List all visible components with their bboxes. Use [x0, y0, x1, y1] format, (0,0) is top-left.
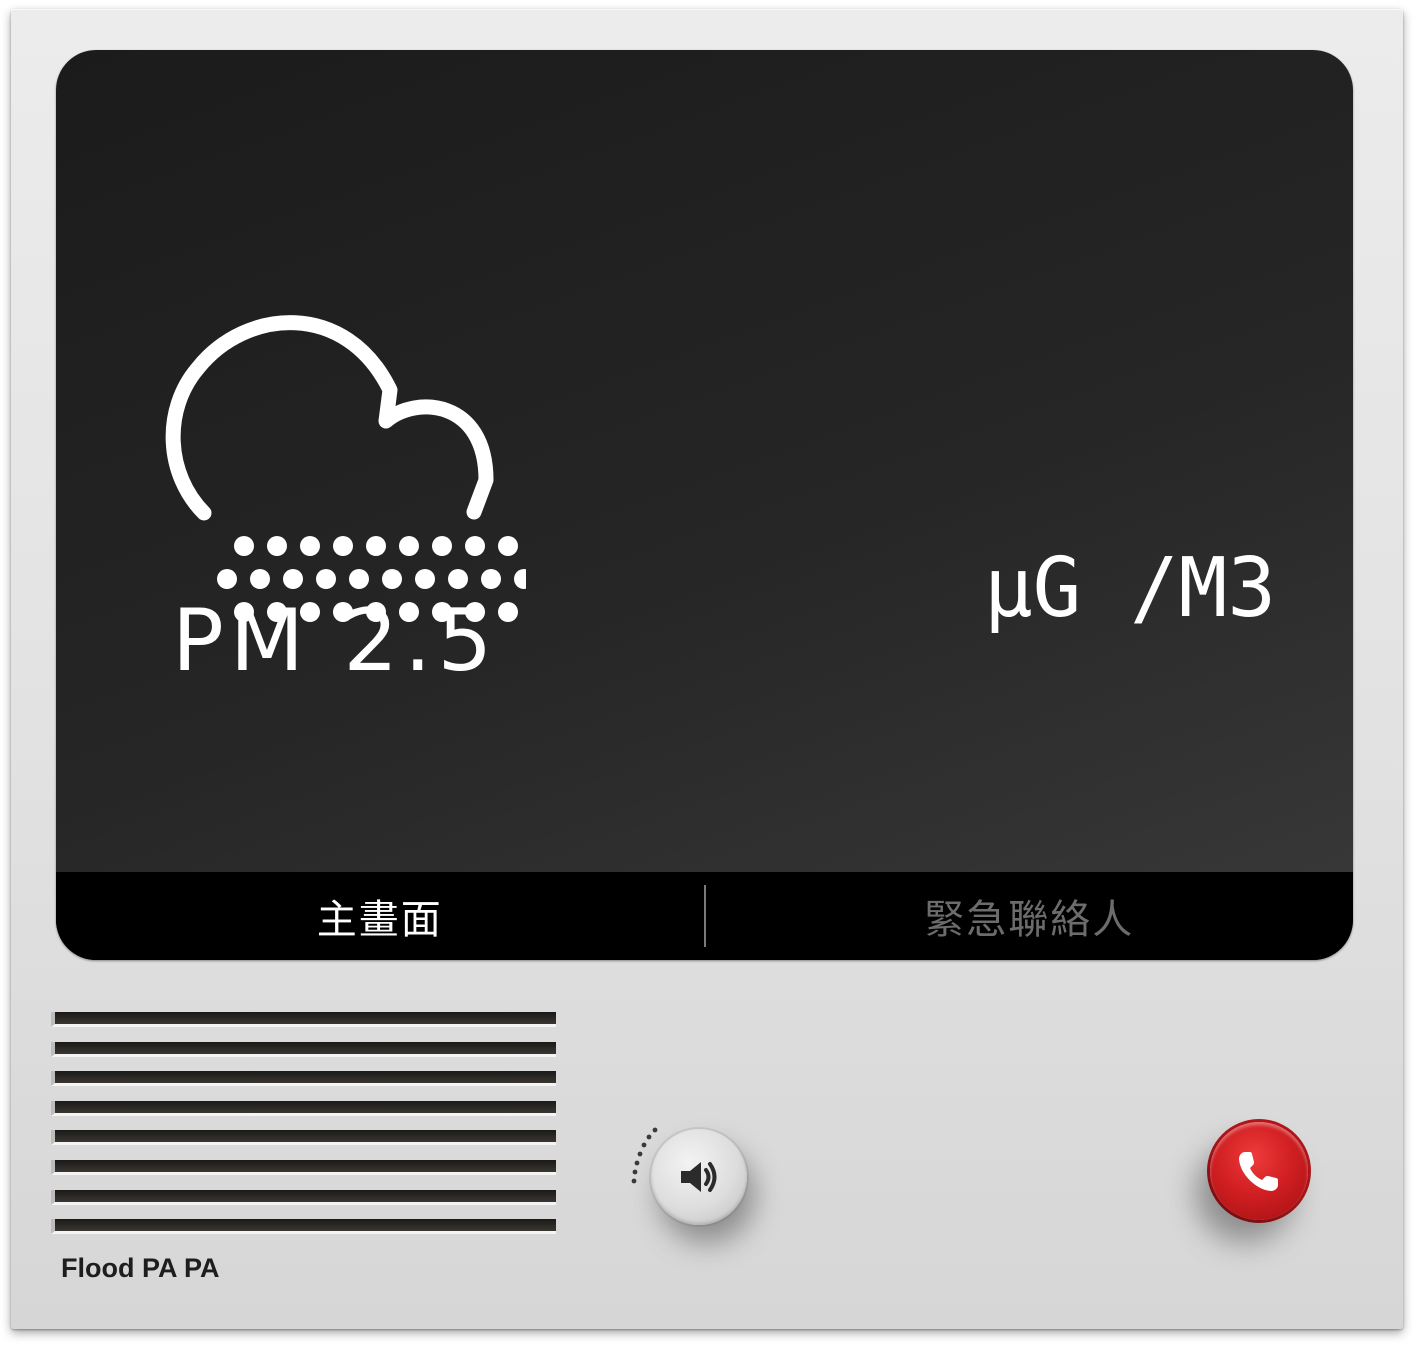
grille-slot: [51, 1012, 556, 1027]
intercom-device: PM 2.5 μG /M3 主畫面 緊急聯絡人 Flood PA PA: [11, 9, 1403, 1329]
particle-dot: [217, 569, 237, 589]
particle-dot: [465, 536, 485, 556]
grille-slot: [51, 1041, 556, 1057]
tab-home[interactable]: 主畫面: [56, 872, 704, 960]
display-screen: PM 2.5 μG /M3 主畫面 緊急聯絡人: [56, 50, 1353, 960]
cloud-particulate-icon: [165, 315, 526, 622]
particle-dot: [498, 602, 518, 622]
particle-dot: [399, 536, 419, 556]
particle-dot: [349, 569, 369, 589]
phone-icon: [1239, 1152, 1278, 1191]
grille-slot: [51, 1100, 556, 1116]
particle-dot: [448, 569, 468, 589]
brand-label: Flood PA PA: [61, 1253, 220, 1283]
particle-dot: [432, 536, 452, 556]
particle-dot: [333, 536, 353, 556]
particle-dot: [514, 569, 526, 589]
grille-slot: [51, 1219, 556, 1235]
volume-button[interactable]: [651, 1129, 747, 1225]
speaker-icon: [681, 1162, 717, 1192]
particle-dot: [382, 569, 402, 589]
particle-dot: [267, 536, 287, 556]
unit-text: μG /M3: [984, 546, 1276, 636]
particle-dot: [366, 536, 386, 556]
particle-dot: [481, 569, 501, 589]
grille-slot: [51, 1189, 556, 1205]
particle-dot: [300, 536, 320, 556]
pm25-label: PM 2.5: [172, 591, 499, 691]
tab-bar: 主畫面 緊急聯絡人: [56, 872, 1353, 960]
grille-slot: [51, 1160, 556, 1175]
particle-dot: [234, 536, 254, 556]
particle-dot: [415, 569, 435, 589]
grille-slot: [51, 1071, 556, 1087]
particle-dot: [498, 536, 518, 556]
particle-dot: [316, 569, 336, 589]
call-button[interactable]: [1210, 1122, 1308, 1220]
particle-dot: [250, 569, 270, 589]
tab-emergency-contacts[interactable]: 緊急聯絡人: [706, 872, 1354, 960]
grille-slot: [51, 1130, 556, 1146]
unit-label: μG /M3: [984, 546, 1276, 636]
particle-dot: [283, 569, 303, 589]
